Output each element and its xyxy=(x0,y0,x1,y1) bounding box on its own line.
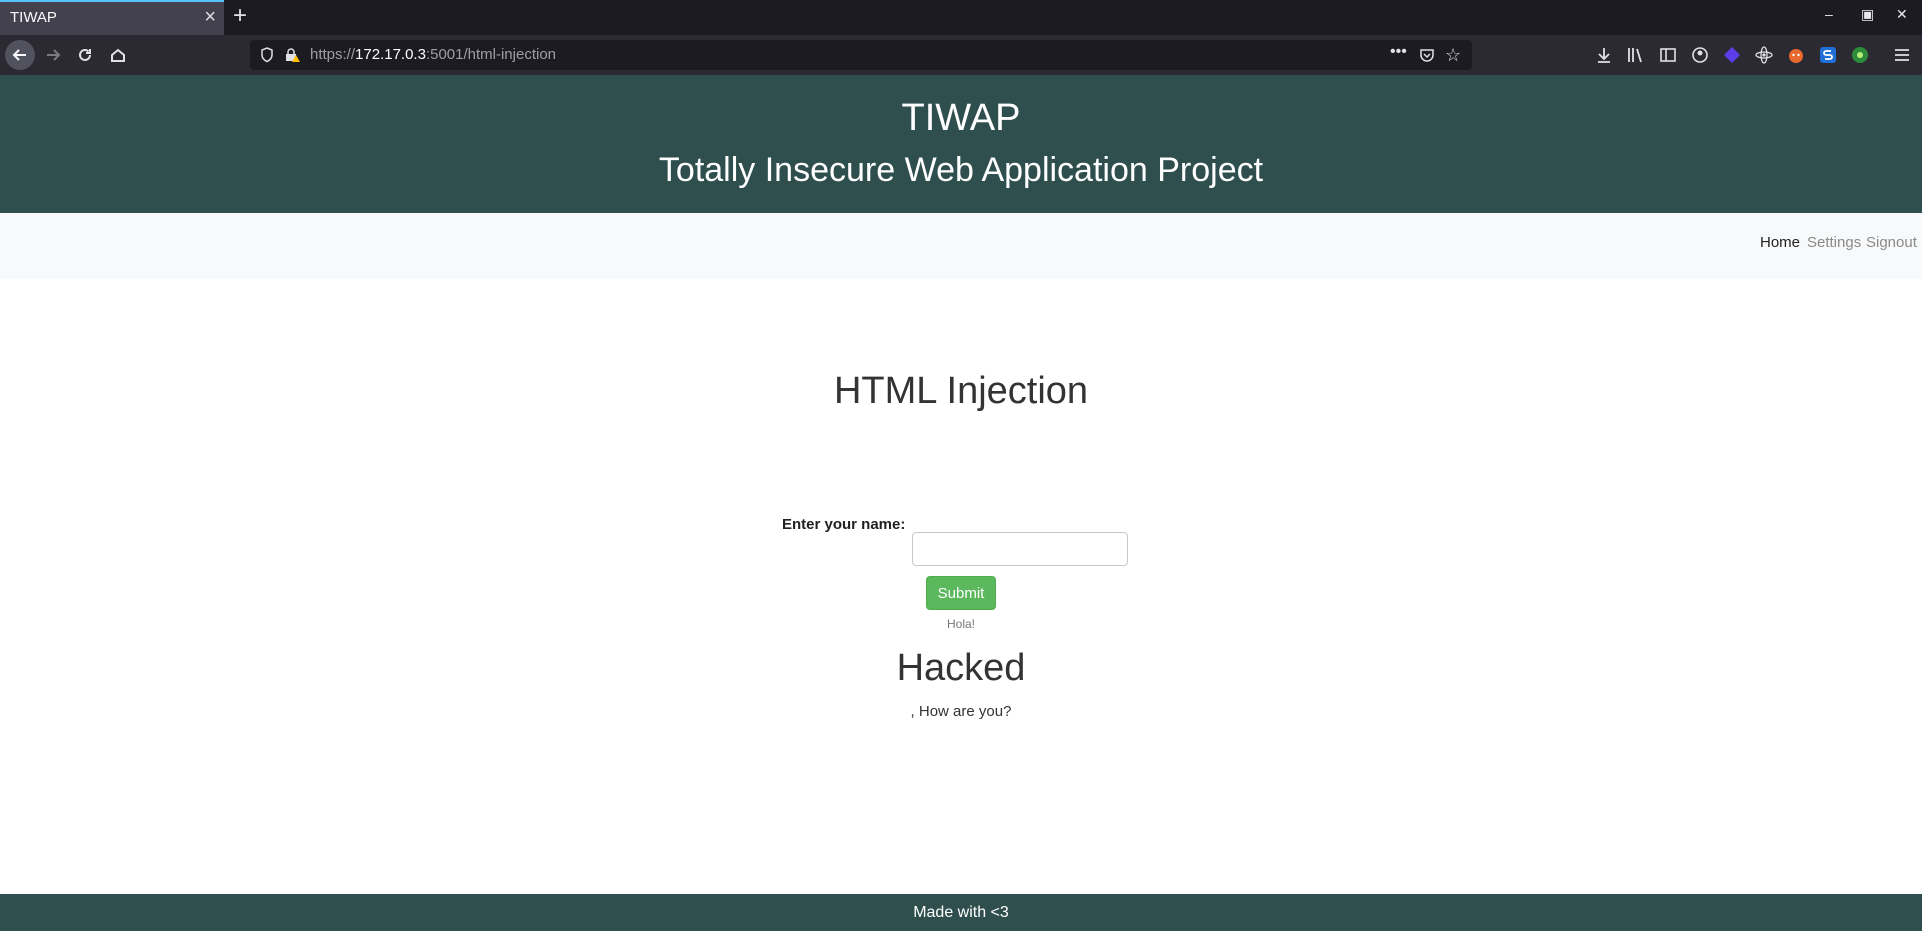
site-header: TIWAP Totally Insecure Web Application P… xyxy=(0,75,1922,213)
address-bar[interactable]: https://172.17.0.3:5001/html-injection •… xyxy=(250,40,1472,70)
react-devtools-icon[interactable] xyxy=(1755,46,1773,64)
tab-close-icon[interactable]: × xyxy=(204,6,216,29)
forward-icon[interactable] xyxy=(38,40,68,70)
reload-icon[interactable] xyxy=(70,40,100,70)
name-input[interactable] xyxy=(912,532,1128,566)
site-footer: Made with <3 xyxy=(0,894,1922,931)
nav-signout-link[interactable]: Signout xyxy=(1866,234,1917,251)
page-actions-icon[interactable]: ••• xyxy=(1390,43,1407,61)
account-icon[interactable] xyxy=(1691,46,1709,64)
pocket-icon[interactable] xyxy=(1419,47,1435,68)
site-nav: Home Settings Signout xyxy=(0,213,1922,279)
maximize-icon[interactable]: ▣ xyxy=(1861,6,1874,23)
followup-text: , How are you? xyxy=(910,703,1012,720)
close-window-icon[interactable]: ✕ xyxy=(1896,6,1908,23)
sidebar-icon[interactable] xyxy=(1659,46,1677,64)
insecure-lock-icon[interactable] xyxy=(284,47,300,68)
url-text: https://172.17.0.3:5001/html-injection xyxy=(310,46,557,63)
downloads-icon[interactable] xyxy=(1595,46,1613,64)
site-subtitle: Totally Insecure Web Application Project xyxy=(658,151,1264,189)
extension-purple-icon[interactable] xyxy=(1723,46,1741,64)
browser-toolbar: https://172.17.0.3:5001/html-injection •… xyxy=(0,35,1922,76)
hamburger-menu-icon[interactable] xyxy=(1893,46,1911,64)
injected-heading: Hacked xyxy=(896,647,1026,689)
home-icon[interactable] xyxy=(103,40,133,70)
page-title: HTML Injection xyxy=(833,370,1089,412)
bookmark-star-icon[interactable]: ☆ xyxy=(1445,45,1461,66)
shield-icon[interactable] xyxy=(260,47,274,68)
browser-tab-bar: TIWAP × + – ▣ ✕ xyxy=(0,0,1922,35)
greeting-text: Hola! xyxy=(946,617,975,631)
foxy-proxy-icon[interactable] xyxy=(1787,46,1805,64)
library-icon[interactable] xyxy=(1626,46,1644,64)
submit-button[interactable]: Submit xyxy=(926,576,996,610)
extension-green-icon[interactable] xyxy=(1851,46,1869,64)
nav-settings-link[interactable]: Settings xyxy=(1807,234,1861,251)
tab-title: TIWAP xyxy=(10,9,57,26)
browser-tab[interactable]: TIWAP × xyxy=(0,0,224,35)
site-title: TIWAP xyxy=(901,97,1021,139)
back-icon[interactable] xyxy=(5,40,35,70)
name-label: Enter your name: xyxy=(782,516,906,533)
nav-home-link[interactable]: Home xyxy=(1760,234,1800,251)
new-tab-icon[interactable]: + xyxy=(233,2,247,30)
minimize-icon[interactable]: – xyxy=(1825,6,1833,22)
extension-s-icon[interactable] xyxy=(1819,46,1837,64)
